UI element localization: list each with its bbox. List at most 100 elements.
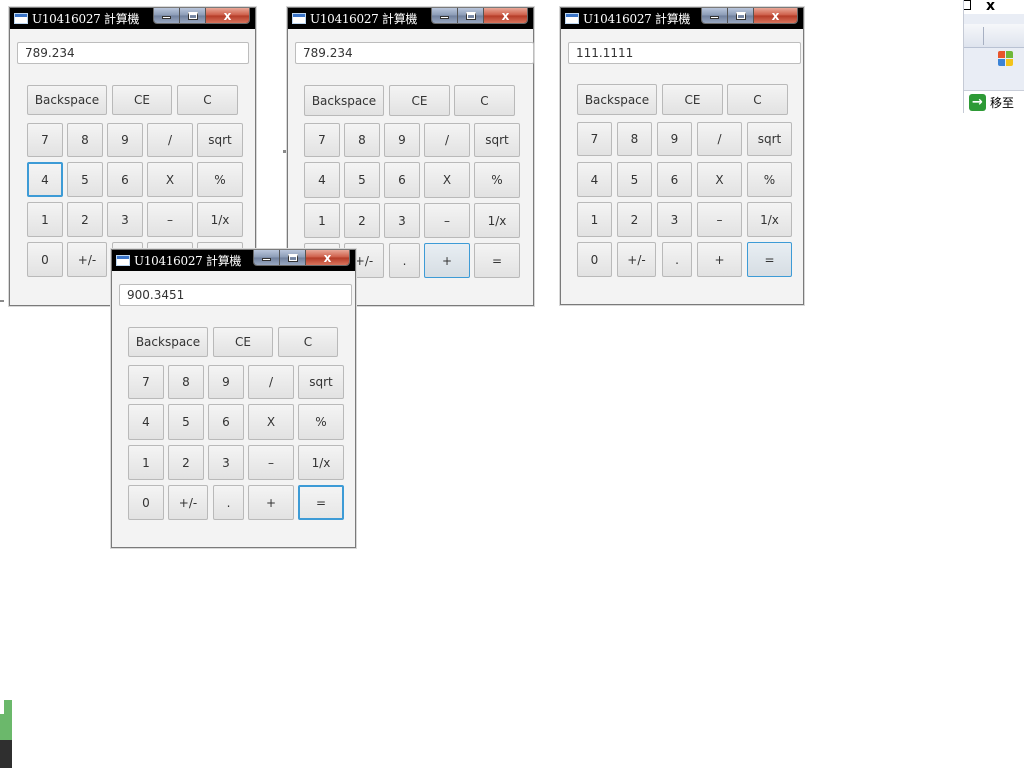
- title-bar[interactable]: U10416027 計算機 x: [561, 8, 803, 29]
- digit-2-button[interactable]: 2: [617, 202, 652, 237]
- digit-7-button[interactable]: 7: [27, 123, 63, 157]
- display-field[interactable]: 789.234: [295, 42, 534, 64]
- digit-9-button[interactable]: 9: [107, 123, 143, 157]
- digit-1-button[interactable]: 1: [27, 202, 63, 237]
- digit-4-button[interactable]: 4: [128, 404, 164, 440]
- digit-9-button[interactable]: 9: [657, 122, 692, 156]
- digit-2-button[interactable]: 2: [67, 202, 103, 237]
- equals-button[interactable]: =: [747, 242, 792, 277]
- reciprocal-button[interactable]: 1/x: [197, 202, 243, 237]
- minimize-button[interactable]: [432, 8, 458, 23]
- digit-0-button[interactable]: 0: [128, 485, 164, 520]
- digit-7-button[interactable]: 7: [304, 123, 340, 157]
- digit-5-button[interactable]: 5: [67, 162, 103, 197]
- digit-3-button[interactable]: 3: [657, 202, 692, 237]
- sqrt-button[interactable]: sqrt: [474, 123, 520, 157]
- maximize-button[interactable]: [280, 250, 306, 265]
- minimize-button[interactable]: [254, 250, 280, 265]
- subtract-button[interactable]: –: [424, 203, 470, 238]
- digit-3-button[interactable]: 3: [107, 202, 143, 237]
- digit-2-button[interactable]: 2: [168, 445, 204, 480]
- digit-0-button[interactable]: 0: [27, 242, 63, 277]
- digit-3-button[interactable]: 3: [384, 203, 420, 238]
- digit-0-button[interactable]: 0: [577, 242, 612, 277]
- decimal-button[interactable]: .: [389, 243, 420, 278]
- backspace-button[interactable]: Backspace: [577, 84, 657, 115]
- percent-button[interactable]: %: [298, 404, 344, 440]
- negate-button[interactable]: +/-: [168, 485, 208, 520]
- clear-entry-button[interactable]: CE: [112, 85, 172, 115]
- subtract-button[interactable]: –: [697, 202, 742, 237]
- sqrt-button[interactable]: sqrt: [197, 123, 243, 157]
- calculator-window-4[interactable]: U10416027 計算機 x 900.3451 Backspace CE C …: [111, 249, 356, 548]
- divide-button[interactable]: /: [424, 123, 470, 157]
- digit-8-button[interactable]: 8: [67, 123, 103, 157]
- close-button[interactable]: x: [206, 8, 249, 23]
- clear-entry-button[interactable]: CE: [213, 327, 273, 357]
- digit-1-button[interactable]: 1: [304, 203, 340, 238]
- decimal-button[interactable]: .: [213, 485, 244, 520]
- add-button[interactable]: +: [248, 485, 294, 520]
- equals-button[interactable]: =: [474, 243, 520, 278]
- maximize-button[interactable]: [728, 8, 754, 23]
- digit-4-button[interactable]: 4: [577, 162, 612, 197]
- calculator-window-3[interactable]: U10416027 計算機 x 111.1111 Backspace CE C …: [560, 7, 804, 305]
- multiply-button[interactable]: X: [697, 162, 742, 197]
- title-bar[interactable]: U10416027 計算機 x: [10, 8, 255, 29]
- divide-button[interactable]: /: [248, 365, 294, 399]
- minimize-button[interactable]: [154, 8, 180, 23]
- backspace-button[interactable]: Backspace: [27, 85, 107, 115]
- close-button[interactable]: x: [306, 250, 349, 265]
- digit-6-button[interactable]: 6: [107, 162, 143, 197]
- reciprocal-button[interactable]: 1/x: [474, 203, 520, 238]
- decimal-button[interactable]: .: [662, 242, 692, 277]
- digit-2-button[interactable]: 2: [344, 203, 380, 238]
- subtract-button[interactable]: –: [248, 445, 294, 480]
- digit-6-button[interactable]: 6: [657, 162, 692, 197]
- negate-button[interactable]: +/-: [67, 242, 107, 277]
- subtract-button[interactable]: –: [147, 202, 193, 237]
- clear-button[interactable]: C: [177, 85, 238, 115]
- clear-button[interactable]: C: [454, 85, 515, 116]
- multiply-button[interactable]: X: [248, 404, 294, 440]
- digit-8-button[interactable]: 8: [344, 123, 380, 157]
- add-button[interactable]: +: [697, 242, 742, 277]
- negate-button[interactable]: +/-: [617, 242, 656, 277]
- digit-6-button[interactable]: 6: [208, 404, 244, 440]
- close-icon[interactable]: x: [986, 0, 995, 14]
- display-field[interactable]: 789.234: [17, 42, 249, 64]
- title-bar[interactable]: U10416027 計算機 x: [112, 250, 355, 271]
- sqrt-button[interactable]: sqrt: [298, 365, 344, 399]
- background-explorer-window[interactable]: x → 移至: [963, 0, 1024, 113]
- equals-button[interactable]: =: [298, 485, 344, 520]
- go-button[interactable]: → 移至: [964, 90, 1024, 113]
- maximize-button[interactable]: [180, 8, 206, 23]
- backspace-button[interactable]: Backspace: [304, 85, 384, 116]
- digit-1-button[interactable]: 1: [577, 202, 612, 237]
- add-button[interactable]: +: [424, 243, 470, 278]
- maximize-button[interactable]: [458, 8, 484, 23]
- digit-4-button[interactable]: 4: [304, 162, 340, 198]
- clear-button[interactable]: C: [278, 327, 338, 357]
- clear-entry-button[interactable]: CE: [662, 84, 723, 115]
- digit-9-button[interactable]: 9: [384, 123, 420, 157]
- reciprocal-button[interactable]: 1/x: [298, 445, 344, 480]
- percent-button[interactable]: %: [747, 162, 792, 197]
- percent-button[interactable]: %: [197, 162, 243, 197]
- percent-button[interactable]: %: [474, 162, 520, 198]
- digit-8-button[interactable]: 8: [617, 122, 652, 156]
- multiply-button[interactable]: X: [147, 162, 193, 197]
- display-field[interactable]: 111.1111: [568, 42, 801, 64]
- sqrt-button[interactable]: sqrt: [747, 122, 792, 156]
- divide-button[interactable]: /: [697, 122, 742, 156]
- clear-button[interactable]: C: [727, 84, 788, 115]
- digit-8-button[interactable]: 8: [168, 365, 204, 399]
- digit-7-button[interactable]: 7: [128, 365, 164, 399]
- digit-3-button[interactable]: 3: [208, 445, 244, 480]
- close-button[interactable]: x: [484, 8, 527, 23]
- minimize-button[interactable]: [702, 8, 728, 23]
- digit-9-button[interactable]: 9: [208, 365, 244, 399]
- close-button[interactable]: x: [754, 8, 797, 23]
- digit-1-button[interactable]: 1: [128, 445, 164, 480]
- digit-5-button[interactable]: 5: [168, 404, 204, 440]
